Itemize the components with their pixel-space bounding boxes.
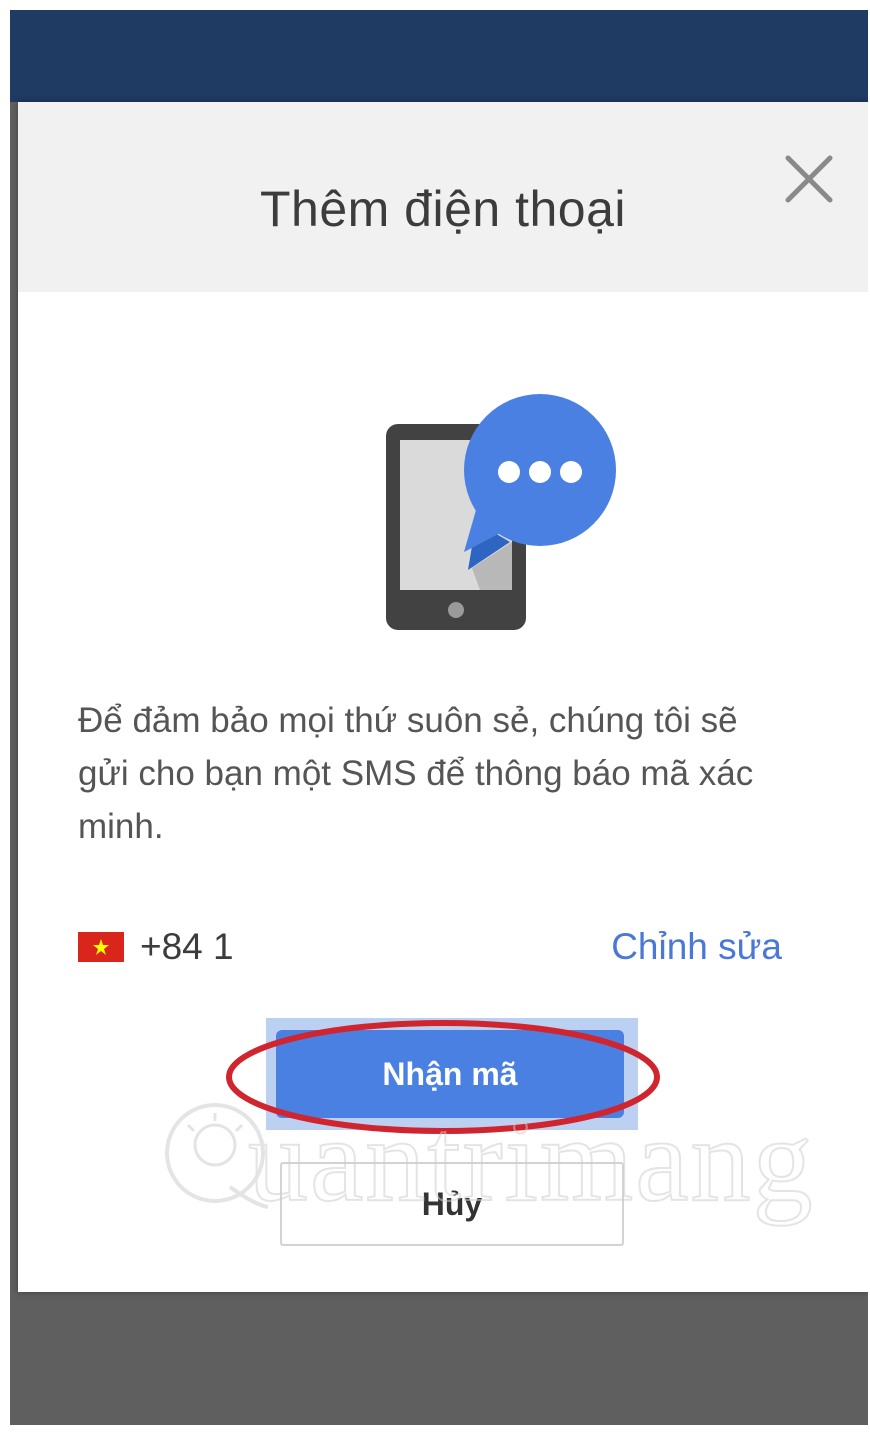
cancel-button[interactable]: Hủy [280, 1162, 624, 1246]
dialog-description: Để đảm bảo mọi thứ suôn sẻ, chúng tôi sẽ… [78, 701, 754, 846]
dialog-title: Thêm điện thoại [259, 181, 627, 237]
screenshot-frame: Thêm điện thoại Để đảm bảo mọi thứ suôn … [10, 10, 868, 1425]
edit-link[interactable]: Chỉnh sửa [611, 924, 782, 970]
phone-message-icon [386, 394, 616, 630]
add-phone-dialog: Thêm điện thoại Để đảm bảo mọi thứ suôn … [18, 102, 868, 1292]
dialog-header: Thêm điện thoại [18, 102, 868, 292]
vietnam-flag-icon [78, 932, 124, 962]
close-icon[interactable] [780, 150, 838, 208]
top-bar [10, 10, 868, 102]
phone-number-row: +84 1 Chỉnh sửa [78, 924, 798, 974]
get-code-button[interactable]: Nhận mã [276, 1030, 624, 1118]
phone-number: +84 1 [140, 926, 234, 967]
